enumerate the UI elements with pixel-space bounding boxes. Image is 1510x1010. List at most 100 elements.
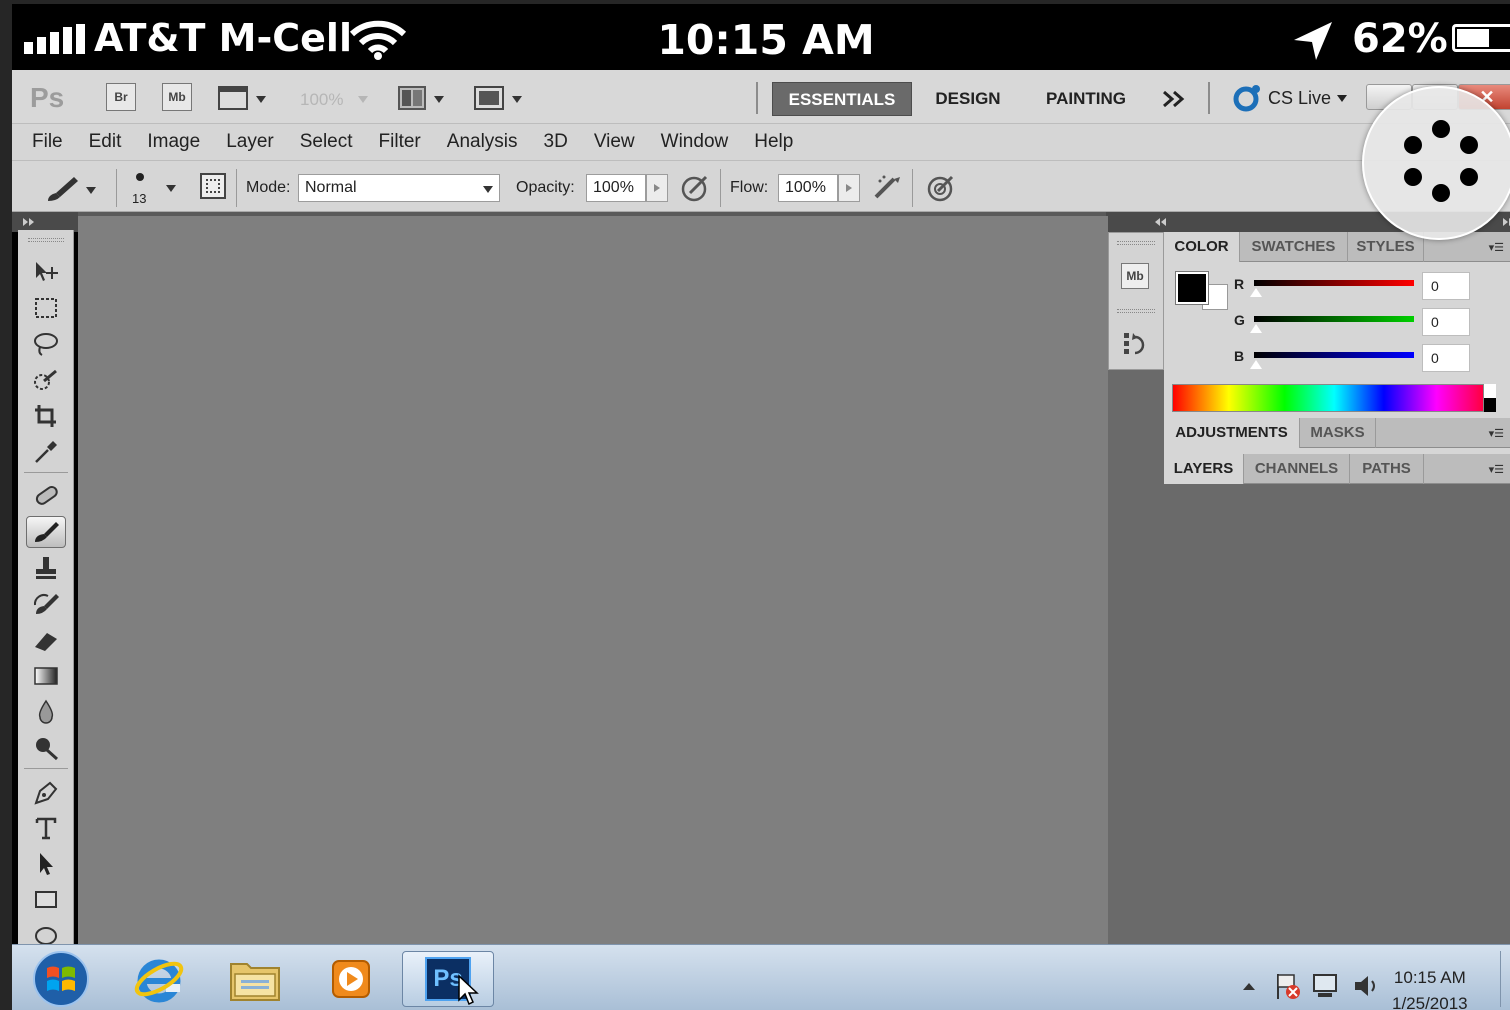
quick-selection-tool-icon[interactable] (26, 364, 66, 396)
color-spectrum-bar[interactable] (1172, 384, 1484, 412)
panel-grip[interactable] (28, 238, 64, 242)
green-channel-slider[interactable] (1254, 316, 1414, 322)
show-desktop-button[interactable] (1500, 951, 1508, 1007)
opacity-slider-button[interactable] (646, 174, 668, 202)
menu-help[interactable]: Help (754, 131, 793, 153)
workspace-essentials-button[interactable]: ESSENTIALS (772, 82, 912, 116)
photoshop-taskbar-button[interactable]: Ps (402, 951, 494, 1007)
menu-analysis[interactable]: Analysis (447, 131, 518, 153)
flow-field[interactable]: 100% (778, 174, 838, 202)
network-icon[interactable] (1310, 971, 1340, 1001)
eyedropper-tool-icon[interactable] (26, 436, 66, 468)
view-extras-dropdown-icon[interactable] (256, 96, 266, 103)
tab-layers[interactable]: LAYERS (1164, 454, 1244, 484)
brush-panel-toggle-icon[interactable] (200, 173, 226, 199)
zoom-dropdown-icon[interactable] (358, 96, 368, 103)
zoom-level[interactable]: 100% (300, 90, 343, 110)
black-white-ramp[interactable] (1484, 384, 1496, 412)
menu-layer[interactable]: Layer (226, 131, 274, 153)
opacity-field[interactable]: 100% (586, 174, 646, 202)
brush-tool-icon[interactable] (26, 516, 66, 548)
internet-explorer-icon[interactable] (116, 951, 202, 1007)
healing-brush-tool-icon[interactable] (26, 480, 66, 512)
file-explorer-icon[interactable] (212, 951, 298, 1007)
menu-3d[interactable]: 3D (544, 131, 568, 153)
tablet-pressure-size-icon[interactable] (926, 173, 956, 203)
tab-color[interactable]: COLOR (1164, 232, 1240, 262)
tools-panel-header[interactable] (12, 212, 78, 232)
path-selection-tool-icon[interactable] (26, 848, 66, 880)
workspace-design-button[interactable]: DESIGN (924, 82, 1012, 116)
workspace-painting-button[interactable]: PAINTING (1036, 82, 1136, 116)
tab-swatches[interactable]: SWATCHES (1240, 232, 1348, 262)
eraser-tool-icon[interactable] (26, 624, 66, 656)
system-clock[interactable]: 10:15 AM 1/25/2013 (1392, 965, 1468, 1010)
tool-preset-picker-icon[interactable] (44, 173, 84, 203)
rectangle-tool-icon[interactable] (26, 884, 66, 916)
red-channel-slider[interactable] (1254, 280, 1414, 286)
foreground-color-swatch[interactable] (1175, 271, 1209, 305)
menu-view[interactable]: View (594, 131, 635, 153)
tool-preset-dropdown-icon[interactable] (86, 187, 96, 194)
expand-panel-icon[interactable] (22, 217, 36, 227)
minibridge-panel-button[interactable]: Mb (1121, 263, 1149, 289)
tab-masks[interactable]: MASKS (1300, 418, 1376, 448)
media-player-icon[interactable] (308, 951, 394, 1007)
panel-grip[interactable] (1117, 309, 1155, 313)
crop-tool-icon[interactable] (26, 400, 66, 432)
marquee-tool-icon[interactable] (26, 292, 66, 324)
brush-picker-dropdown-icon[interactable] (166, 185, 176, 192)
red-slider-thumb[interactable] (1250, 288, 1262, 297)
gradient-tool-icon[interactable] (26, 660, 66, 692)
dodge-tool-icon[interactable] (26, 732, 66, 764)
tablet-pressure-opacity-icon[interactable] (680, 173, 710, 203)
screen-mode-dropdown-icon[interactable] (512, 96, 522, 103)
lasso-tool-icon[interactable] (26, 328, 66, 360)
blue-value-field[interactable]: 0 (1422, 344, 1470, 372)
blur-tool-icon[interactable] (26, 696, 66, 728)
collapse-panel-icon[interactable] (1154, 217, 1168, 227)
launch-bridge-button[interactable]: Br (106, 83, 136, 111)
expand-panel-icon[interactable] (1502, 217, 1510, 227)
flow-slider-button[interactable] (838, 174, 860, 202)
menu-select[interactable]: Select (300, 131, 353, 153)
double-chevron-right-icon[interactable] (1162, 90, 1186, 108)
tab-adjustments[interactable]: ADJUSTMENTS (1164, 418, 1300, 448)
panel-grip[interactable] (1117, 241, 1155, 245)
tab-paths[interactable]: PATHS (1350, 454, 1424, 484)
cs-live-button[interactable]: CS Live (1232, 84, 1348, 112)
blue-slider-thumb[interactable] (1250, 360, 1262, 369)
arrange-documents-button[interactable] (398, 86, 426, 110)
red-value-field[interactable]: 0 (1422, 272, 1470, 300)
hand-tool-icon[interactable] (26, 920, 66, 946)
tab-styles[interactable]: STYLES (1348, 232, 1424, 262)
green-value-field[interactable]: 0 (1422, 308, 1470, 336)
view-extras-button[interactable] (218, 86, 248, 110)
launch-minibridge-button[interactable]: Mb (162, 83, 192, 111)
menu-edit[interactable]: Edit (89, 131, 122, 153)
panel-menu-icon[interactable]: ▾☰ (1489, 241, 1504, 254)
windows-start-icon[interactable] (18, 951, 104, 1007)
pen-tool-icon[interactable] (26, 776, 66, 808)
document-canvas-area[interactable] (78, 216, 1108, 946)
screen-mode-button[interactable] (474, 86, 504, 110)
type-tool-icon[interactable] (26, 812, 66, 844)
clone-stamp-tool-icon[interactable] (26, 552, 66, 584)
move-tool-icon[interactable] (26, 256, 66, 288)
blend-mode-select[interactable]: Normal (298, 174, 500, 202)
menu-image[interactable]: Image (147, 131, 200, 153)
panel-menu-icon[interactable]: ▾☰ (1489, 463, 1504, 476)
tab-channels[interactable]: CHANNELS (1244, 454, 1350, 484)
action-center-flag-icon[interactable] (1274, 971, 1302, 1001)
menu-filter[interactable]: Filter (379, 131, 421, 153)
menu-window[interactable]: Window (661, 131, 729, 153)
brush-tip-icon[interactable] (136, 173, 144, 181)
airbrush-icon[interactable] (872, 173, 904, 203)
blue-channel-slider[interactable] (1254, 352, 1414, 358)
green-slider-thumb[interactable] (1250, 324, 1262, 333)
arrange-dropdown-icon[interactable] (434, 96, 444, 103)
panel-menu-icon[interactable]: ▾☰ (1489, 427, 1504, 440)
menu-file[interactable]: File (32, 131, 63, 153)
volume-icon[interactable] (1352, 973, 1380, 999)
history-panel-icon[interactable] (1121, 329, 1151, 359)
